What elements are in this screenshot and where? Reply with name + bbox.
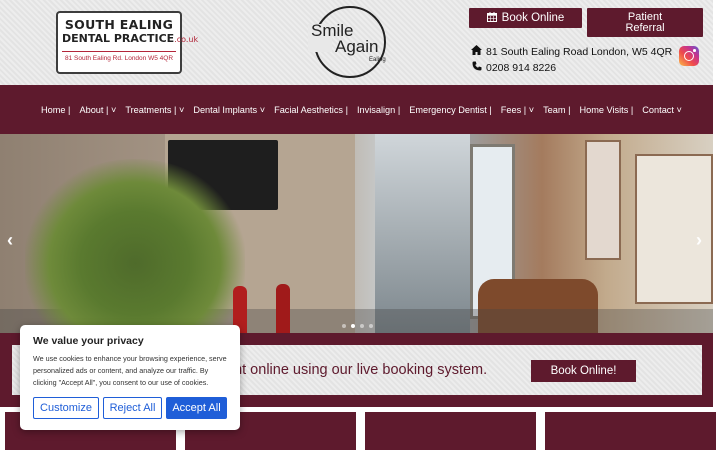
logo-address: 81 South Ealing Rd. London W5 4QR	[62, 51, 176, 62]
cookie-accept-button[interactable]: Accept All	[166, 397, 227, 419]
logo-line2: DENTAL PRACTICE.co.uk	[62, 32, 198, 47]
feature-card[interactable]	[545, 412, 716, 450]
nav-item-emergency-dentist[interactable]: Emergency Dentist |	[409, 105, 492, 115]
logo-line1: SOUTH EALING	[64, 17, 174, 32]
book-online-label: Book Online	[501, 12, 565, 24]
site-header: SOUTH EALING DENTAL PRACTICE.co.uk 81 So…	[0, 0, 713, 85]
patient-referral-line1: Patient	[627, 10, 663, 23]
slider-dot[interactable]	[369, 324, 373, 328]
smile-again-logo[interactable]: Smile Again Ealing	[308, 6, 390, 80]
phone-line[interactable]: 0208 914 8226	[471, 61, 556, 74]
book-online-cta-button[interactable]: Book Online!	[531, 360, 636, 382]
cookie-body: We use cookies to enhance your browsing …	[33, 354, 227, 387]
calendar-icon	[487, 11, 498, 25]
cookie-customize-button[interactable]: Customize	[33, 397, 99, 419]
home-icon	[471, 45, 482, 58]
cookie-buttons: Customize Reject All Accept All	[33, 397, 227, 419]
nav-item-about[interactable]: About | ˅	[79, 105, 116, 115]
logo-line2-suffix: .co.uk	[174, 35, 199, 44]
nav-item-treatments[interactable]: Treatments | ˅	[125, 105, 184, 115]
slider-dot-active[interactable]	[351, 324, 355, 328]
hero-slider[interactable]: ‹ ›	[0, 134, 713, 333]
practice-logo[interactable]: SOUTH EALING DENTAL PRACTICE.co.uk 81 So…	[56, 11, 198, 74]
nav-item-facial-aesthetics[interactable]: Facial Aesthetics |	[274, 105, 348, 115]
slider-prev-icon[interactable]: ‹	[7, 230, 13, 251]
slider-next-icon[interactable]: ›	[696, 230, 702, 251]
nav-item-fees[interactable]: Fees | ˅	[501, 105, 534, 115]
patient-referral-button[interactable]: Patient Referral	[587, 8, 703, 37]
address-line: 81 South Ealing Road London, W5 4QR	[471, 45, 672, 58]
phone-text: 0208 914 8226	[486, 61, 557, 74]
nav-item-team[interactable]: Team |	[543, 105, 570, 115]
cookie-consent-dialog: We value your privacy We use cookies to …	[20, 325, 240, 430]
slider-dot[interactable]	[360, 324, 364, 328]
instagram-icon[interactable]	[679, 46, 699, 66]
nav-item-contact[interactable]: Contact ˅	[642, 105, 682, 115]
logo-line2-main: DENTAL PRACTICE	[62, 32, 175, 45]
phone-icon	[471, 61, 482, 74]
book-online-button[interactable]: Book Online	[469, 8, 582, 28]
slider-dots	[342, 324, 373, 328]
slider-dot[interactable]	[342, 324, 346, 328]
nav-item-invisalign[interactable]: Invisalign |	[357, 105, 400, 115]
patient-referral-line2: Referral	[625, 21, 665, 34]
address-text: 81 South Ealing Road London, W5 4QR	[486, 45, 673, 58]
feature-card[interactable]	[365, 412, 536, 450]
cookie-title: We value your privacy	[33, 335, 144, 347]
cookie-reject-button[interactable]: Reject All	[103, 397, 162, 419]
nav-item-dental-implants[interactable]: Dental Implants ˅	[193, 105, 265, 115]
smile-logo-word2: Again	[335, 37, 379, 56]
nav-item-home-visits[interactable]: Home Visits |	[579, 105, 633, 115]
hero-plant	[25, 159, 245, 333]
nav-item-home[interactable]: Home |	[41, 105, 70, 115]
main-nav: Home | About | ˅ Treatments | ˅ Dental I…	[0, 85, 713, 134]
smile-logo-word3: Ealing	[369, 57, 386, 63]
booking-text: ent online using our live booking system…	[226, 362, 488, 378]
